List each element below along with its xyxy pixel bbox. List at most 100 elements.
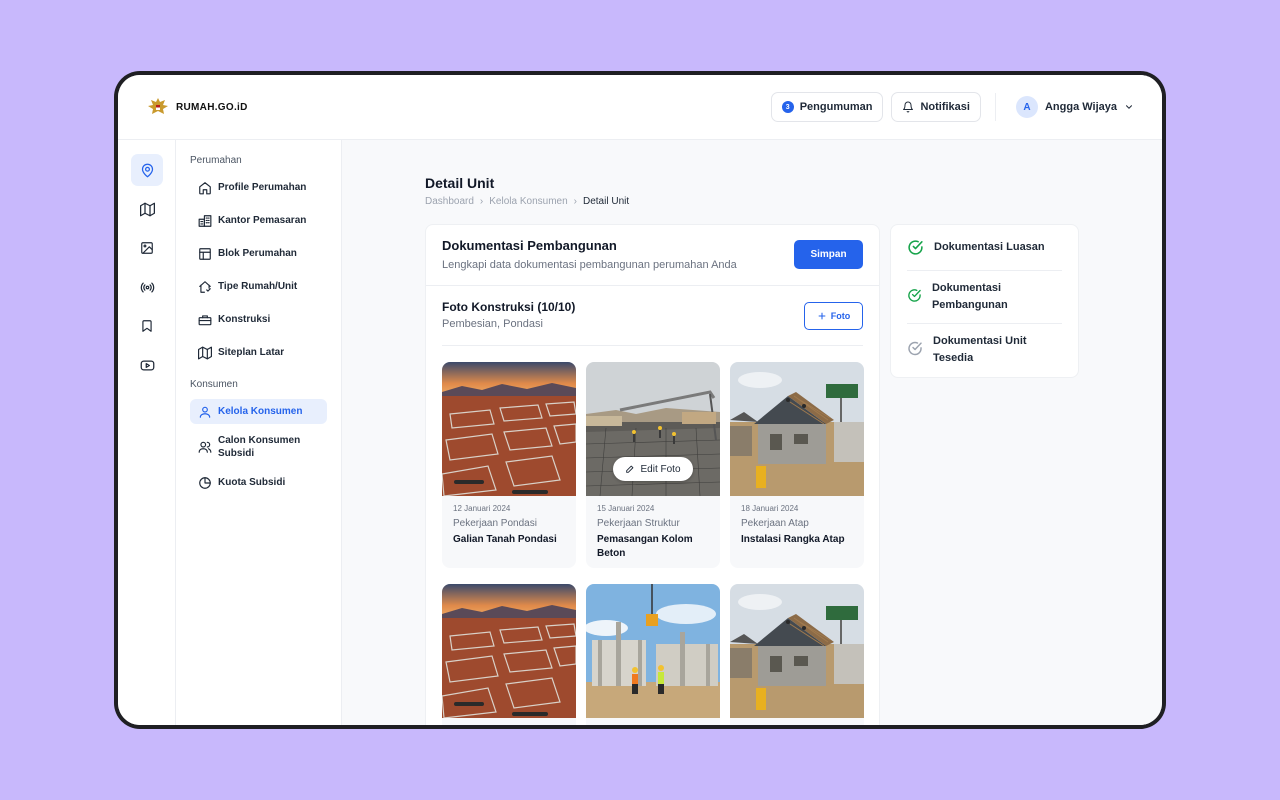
- photo-date: 15 Januari 2024: [597, 504, 655, 513]
- house-type-icon: [199, 280, 211, 293]
- photo-concrete[interactable]: Edit Foto: [586, 362, 720, 496]
- add-photo-button[interactable]: Foto: [804, 302, 863, 330]
- photo-columns[interactable]: [586, 584, 720, 718]
- notification-button[interactable]: Notifikasi: [891, 92, 981, 122]
- photo-meta: 15 Januari 2024 Pekerjaan Struktur Pemas…: [586, 496, 720, 561]
- page-title: Detail Unit: [425, 175, 495, 191]
- photo-card[interactable]: 18 Januari 2024 Pekerjaan Atap Instalasi…: [730, 362, 864, 568]
- user-menu[interactable]: A Angga Wijaya: [1010, 96, 1134, 118]
- breadcrumb-separator-icon: ›: [479, 196, 484, 207]
- header-divider: [994, 93, 996, 121]
- card-title: Dokumentasi Pembangunan: [442, 238, 617, 253]
- edit-photo-label: Edit Foto: [640, 463, 681, 475]
- garuda-emblem-icon: [148, 98, 168, 114]
- pencil-icon: [626, 465, 634, 473]
- user-name: Angga Wijaya: [1044, 101, 1117, 113]
- sidebar-item-blok-perumahan[interactable]: Blok Perumahan: [190, 241, 327, 266]
- photo-card[interactable]: [730, 584, 864, 725]
- office-icon: [198, 214, 212, 227]
- users-icon: [198, 441, 212, 453]
- sidebar-group-perumahan: Perumahan: [190, 155, 242, 166]
- sidebar-item-label: Kantor Pemasaran: [218, 215, 307, 226]
- photo-card[interactable]: Edit Foto 15 Januari 2024 Pekerjaan Stru…: [586, 362, 720, 568]
- checklist-label: Dokumentasi Pembangunan: [931, 282, 1008, 311]
- sidebar-item-kantor-pemasaran[interactable]: Kantor Pemasaran: [190, 208, 327, 233]
- photo-card[interactable]: [442, 584, 576, 725]
- announcement-label: Pengumuman: [799, 101, 873, 113]
- breadcrumb-kelola-konsumen[interactable]: Kelola Konsumen: [489, 196, 567, 207]
- photo-card[interactable]: 12 Januari 2024 Pekerjaan Pondasi Galian…: [442, 362, 576, 568]
- photo-category: Pekerjaan Pondasi: [453, 518, 537, 529]
- chevron-down-icon: [1125, 105, 1133, 109]
- sidebar-item-label: Calon Konsumen Subsidi: [218, 435, 301, 459]
- photo-meta: [730, 718, 864, 725]
- photo-category: Pekerjaan Struktur: [597, 518, 680, 529]
- toolbox-icon: [198, 314, 212, 325]
- announcement-button[interactable]: 3 Pengumuman: [770, 92, 884, 122]
- photo-card[interactable]: [586, 584, 720, 725]
- photo-meta: 12 Januari 2024 Pekerjaan Pondasi Galian…: [442, 496, 576, 547]
- layout-icon: [199, 247, 211, 260]
- app-screen: RUMAH.GO.iD 3 Pengumuman Notifikasi A An…: [118, 75, 1162, 725]
- video-icon[interactable]: [131, 349, 163, 381]
- announcement-count-badge: 3: [781, 101, 794, 113]
- sidebar: Perumahan Profile Perumahan Kantor Pemas…: [176, 140, 342, 725]
- sidebar-item-konstruksi[interactable]: Konstruksi: [190, 307, 327, 332]
- check-circle-icon: [908, 289, 921, 302]
- photo-date: 12 Januari 2024: [453, 504, 511, 513]
- documentation-checklist: Dokumentasi Luasan Dokumentasi Pembangun…: [890, 224, 1079, 378]
- breadcrumb: Dashboard › Kelola Konsumen › Detail Uni…: [425, 196, 629, 207]
- sidebar-item-label: Siteplan Latar: [218, 347, 285, 358]
- checklist-label: Dokumentasi Luasan: [934, 241, 1045, 253]
- photo-meta: [586, 718, 720, 725]
- sidebar-item-label: Tipe Rumah/Unit: [218, 281, 298, 292]
- card-header: Dokumentasi Pembangunan Lengkapi data do…: [426, 225, 879, 286]
- photo-name: Pemasangan Kolom Beton: [597, 534, 693, 559]
- photo-roof[interactable]: [730, 362, 864, 496]
- top-actions: 3 Pengumuman Notifikasi A Angga Wijaya: [770, 92, 1134, 122]
- breadcrumb-separator-icon: ›: [573, 196, 577, 207]
- photo-foundation[interactable]: [442, 584, 576, 718]
- section-title: Foto Konstruksi (10/10): [442, 300, 576, 314]
- edit-photo-button[interactable]: Edit Foto: [613, 457, 693, 481]
- checklist-item-luasan[interactable]: Dokumentasi Luasan: [907, 225, 1062, 271]
- logo[interactable]: RUMAH.GO.iD: [146, 95, 248, 119]
- photo-meta: 18 Januari 2024 Pekerjaan Atap Instalasi…: [730, 496, 864, 547]
- sidebar-item-tipe-rumah[interactable]: Tipe Rumah/Unit: [190, 274, 327, 299]
- photo-name: Instalasi Rangka Atap: [741, 534, 845, 545]
- checklist-item-pembangunan[interactable]: Dokumentasi Pembangunan: [907, 271, 1062, 324]
- breadcrumb-dashboard[interactable]: Dashboard: [425, 196, 474, 207]
- photo-meta: [442, 718, 576, 725]
- sidebar-item-label: Kuota Subsidi: [218, 477, 286, 488]
- bookmark-icon[interactable]: [131, 310, 163, 342]
- broadcast-icon[interactable]: [131, 271, 163, 303]
- save-button[interactable]: Simpan: [794, 240, 863, 269]
- location-pin-icon[interactable]: [131, 154, 163, 186]
- sidebar-item-calon-konsumen-subsidi[interactable]: Calon Konsumen Subsidi: [190, 432, 327, 462]
- sidebar-item-kelola-konsumen[interactable]: Kelola Konsumen: [190, 399, 327, 424]
- sidebar-item-kuota-subsidi[interactable]: Kuota Subsidi: [190, 470, 327, 495]
- sidebar-item-siteplan-latar[interactable]: Siteplan Latar: [190, 340, 327, 365]
- check-circle-icon: [908, 240, 923, 255]
- avatar: A: [1015, 96, 1038, 118]
- device-frame: RUMAH.GO.iD 3 Pengumuman Notifikasi A An…: [114, 71, 1166, 729]
- photo-foundation[interactable]: [442, 362, 576, 496]
- checklist-label: Dokumentasi Unit Tesedia: [933, 335, 1027, 364]
- logo-text: RUMAH.GO.iD: [176, 101, 248, 113]
- section-subtitle: Pembesian, Pondasi: [442, 318, 543, 330]
- photo-name: Galian Tanah Pondasi: [453, 534, 557, 545]
- sidebar-item-label: Blok Perumahan: [218, 248, 297, 259]
- icon-rail: [118, 140, 176, 725]
- image-icon[interactable]: [131, 232, 163, 264]
- map-icon[interactable]: [131, 193, 163, 225]
- plus-icon: [818, 312, 826, 320]
- checklist-item-unit-tersedia[interactable]: Dokumentasi Unit Tesedia: [907, 324, 1062, 377]
- card-subtitle: Lengkapi data dokumentasi pembangunan pe…: [442, 259, 737, 271]
- sidebar-item-label: Konstruksi: [218, 314, 271, 325]
- photo-roof[interactable]: [730, 584, 864, 718]
- sidebar-item-label: Kelola Konsumen: [218, 406, 303, 417]
- notification-label: Notifikasi: [920, 101, 970, 113]
- siteplan-map-icon: [198, 346, 212, 359]
- sidebar-item-profile-perumahan[interactable]: Profile Perumahan: [190, 175, 327, 200]
- check-circle-icon: [908, 341, 922, 356]
